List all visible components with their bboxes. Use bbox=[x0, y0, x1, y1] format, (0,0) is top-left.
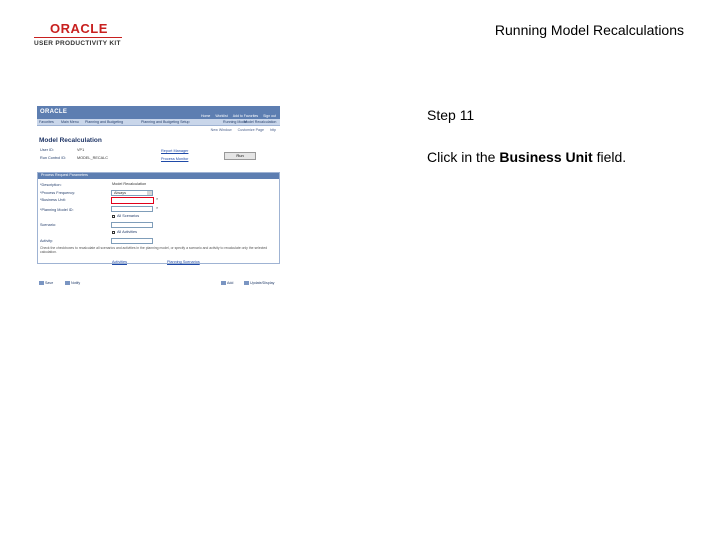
customize-page-link[interactable]: Customize Page bbox=[238, 128, 264, 132]
business-unit-label: *Business Unit: bbox=[40, 198, 66, 202]
instruction-suffix: field. bbox=[592, 149, 627, 165]
breadcrumb: Favorites Main Menu Planning and Budgeti… bbox=[37, 119, 280, 126]
upk-logo: ORACLE USER PRODUCTIVITY KIT bbox=[34, 22, 124, 47]
step-instruction: Click in the Business Unit field. bbox=[427, 149, 626, 165]
chevron-down-icon[interactable] bbox=[147, 191, 152, 195]
page-title: Model Recalculation bbox=[39, 137, 102, 144]
all-scenarios-checkbox[interactable] bbox=[112, 215, 115, 218]
new-window-link[interactable]: New Window bbox=[211, 128, 232, 132]
update-display-button[interactable]: Update/Display bbox=[244, 281, 275, 286]
slide-title: Running Model Recalculations bbox=[494, 22, 684, 38]
notify-button[interactable]: Notify bbox=[65, 281, 81, 286]
notify-label: Notify bbox=[71, 281, 81, 285]
app-oracle-logo: ORACLE bbox=[40, 109, 68, 115]
description-value: Model Recalculation bbox=[112, 182, 147, 186]
top-links: Home Worklist Add to Favorites Sign out bbox=[197, 114, 276, 118]
description-label: *Description: bbox=[40, 183, 62, 187]
home-link[interactable]: Home bbox=[201, 114, 210, 118]
app-header-bar: ORACLE Home Worklist Add to Favorites Si… bbox=[37, 106, 280, 119]
sign-out-link[interactable]: Sign out bbox=[263, 114, 276, 118]
all-scenarios-label: All Scenarios bbox=[117, 214, 140, 218]
run-control-label: Run Control ID: bbox=[40, 156, 67, 160]
add-favorites-link[interactable]: Add to Favorites bbox=[233, 114, 258, 118]
save-label: Save bbox=[45, 281, 54, 285]
add-icon bbox=[221, 281, 226, 286]
process-frequency-select[interactable]: Always bbox=[111, 190, 153, 196]
add-label: Add bbox=[227, 281, 234, 285]
step-title: Step 11 bbox=[427, 107, 475, 123]
planning-model-label: *Planning Model ID: bbox=[40, 208, 74, 212]
http-link[interactable]: http bbox=[270, 128, 276, 132]
process-frequency-label: *Process Frequency: bbox=[40, 191, 76, 195]
save-icon bbox=[39, 281, 44, 286]
save-button[interactable]: Save bbox=[39, 281, 54, 286]
lookup-icon[interactable]: ⌕ bbox=[156, 197, 158, 201]
oracle-wordmark: ORACLE bbox=[50, 21, 108, 36]
process-monitor-link[interactable]: Process Monitor bbox=[161, 157, 188, 161]
breadcrumb-item[interactable]: Model Recalculation bbox=[244, 120, 276, 124]
business-unit-field[interactable] bbox=[111, 197, 154, 204]
scenarios-link[interactable]: Planning Scenarios bbox=[167, 260, 200, 264]
all-activities-checkbox[interactable] bbox=[112, 231, 115, 234]
breadcrumb-item[interactable]: Planning and Budgeting bbox=[85, 120, 123, 124]
page-toolbar: New Window Customize Page http bbox=[206, 128, 276, 132]
breadcrumb-item[interactable]: Favorites bbox=[39, 120, 54, 124]
notify-icon bbox=[65, 281, 70, 286]
process-frequency-value: Always bbox=[114, 191, 127, 195]
planning-model-field[interactable] bbox=[111, 206, 153, 212]
lookup-icon[interactable]: ⌕ bbox=[156, 206, 158, 210]
instruction-prefix: Click in the bbox=[427, 149, 500, 165]
breadcrumb-item[interactable]: Planning and Budgeting Setup bbox=[141, 120, 190, 124]
instruction-target: Business Unit bbox=[499, 149, 593, 165]
update-icon bbox=[244, 281, 249, 286]
panel-header: Process Request Parameters bbox=[38, 173, 279, 179]
application-screenshot: ORACLE Home Worklist Add to Favorites Si… bbox=[37, 106, 280, 292]
worklist-link[interactable]: Worklist bbox=[215, 114, 227, 118]
description-text: Check the checkboxes to recalculate all … bbox=[40, 246, 268, 255]
report-manager-link[interactable]: Report Manager bbox=[161, 149, 188, 153]
upk-wordmark: USER PRODUCTIVITY KIT bbox=[34, 40, 121, 47]
scenario-label: Scenario: bbox=[40, 223, 57, 227]
add-button[interactable]: Add bbox=[221, 281, 234, 286]
breadcrumb-item[interactable]: Main Menu bbox=[61, 120, 79, 124]
run-button[interactable]: Run bbox=[224, 152, 256, 160]
activity-field[interactable] bbox=[111, 238, 153, 244]
scenario-field[interactable] bbox=[111, 222, 153, 228]
update-label: Update/Display bbox=[250, 281, 275, 285]
run-control-value: MODEL_RECALC bbox=[77, 156, 109, 160]
activities-link[interactable]: Activities bbox=[112, 260, 127, 264]
panel-title: Process Request Parameters bbox=[41, 173, 88, 177]
activity-label: Activity: bbox=[40, 239, 54, 243]
user-id-value: VP1 bbox=[77, 148, 85, 152]
user-id-label: User ID: bbox=[40, 148, 54, 152]
all-activities-label: All Activities bbox=[117, 230, 138, 234]
logo-divider bbox=[34, 37, 122, 38]
